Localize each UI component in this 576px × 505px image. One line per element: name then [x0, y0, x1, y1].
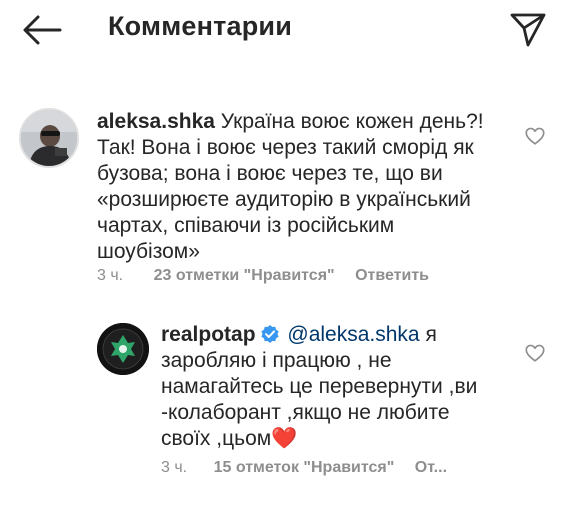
comment-time: 3 ч. [161, 459, 188, 476]
avatar-logo-icon [97, 323, 149, 375]
comment-username[interactable]: realpotap [161, 323, 256, 346]
comment-body-first: Україна воює кожен день?! [220, 110, 484, 133]
back-button[interactable] [20, 10, 64, 50]
reply-button[interactable]: Ответить [355, 267, 429, 284]
comment-time: 3 ч. [97, 267, 124, 284]
avatar-photo-icon [21, 110, 77, 166]
comment-username[interactable]: aleksa.shka [97, 110, 215, 133]
arrow-left-icon [23, 15, 62, 45]
heart-emoji: ❤️ [271, 427, 298, 450]
like-button[interactable] [524, 342, 546, 364]
comment-text: realpotap @aleksa.shka я заробляю і прац… [161, 322, 491, 452]
reply-button[interactable]: От... [415, 459, 447, 476]
comment-body: Так! Вона і воює через такий сморід як б… [97, 136, 474, 263]
verified-badge-icon [260, 325, 279, 343]
comment-meta: 3 ч. 23 отметки "Нравится" Ответить [97, 267, 445, 285]
like-button[interactable] [524, 125, 546, 147]
avatar[interactable] [19, 108, 79, 168]
avatar[interactable] [97, 323, 149, 375]
header-bar: Комментарии [0, 0, 576, 60]
comment-meta: 3 ч. 15 отметок "Нравится" От... [161, 459, 463, 477]
send-button[interactable] [508, 10, 548, 50]
comment-item: aleksa.shka Україна воює кожен день?! Та… [0, 98, 576, 298]
page-title: Комментарии [108, 11, 293, 41]
likes-count[interactable]: 23 отметки "Нравится" [154, 267, 335, 284]
heart-icon [525, 344, 545, 362]
send-icon [510, 13, 546, 47]
heart-icon [525, 127, 545, 145]
comment-text: aleksa.shka Україна воює кожен день?! Та… [97, 109, 497, 265]
reply-item: realpotap @aleksa.shka я заробляю і прац… [0, 318, 576, 498]
likes-count[interactable]: 15 отметок "Нравится" [214, 459, 395, 476]
mention-link[interactable]: @aleksa.shka [287, 323, 419, 346]
